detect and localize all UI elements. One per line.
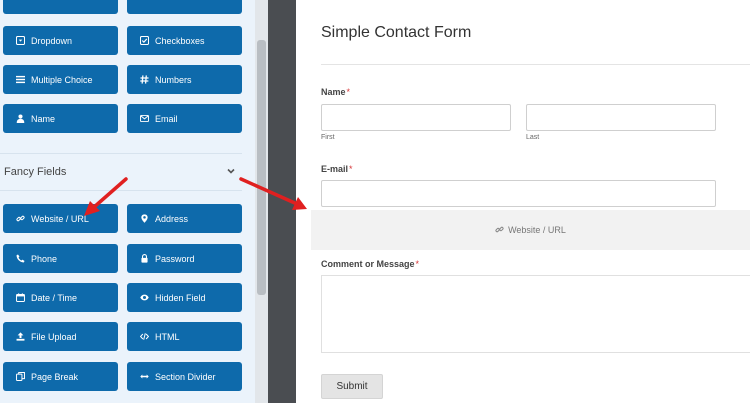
field-button-numbers[interactable]: Numbers [127, 65, 242, 94]
field-button-hidden-field[interactable]: Hidden Field [127, 283, 242, 312]
email-field-label: E-mail* [321, 164, 353, 174]
field-button-label: Section Divider [155, 371, 216, 382]
drop-placeholder-website-url: Website / URL [311, 210, 750, 250]
lock-icon [139, 254, 149, 264]
eye-icon [139, 293, 149, 303]
required-asterisk: * [346, 87, 351, 97]
arrows-horizontal-icon [139, 372, 149, 382]
field-button-page-break[interactable]: Page Break [3, 362, 118, 391]
fields-panel: Dropdown Checkboxes Multiple Choice Numb… [0, 0, 255, 403]
last-sublabel: Last [526, 134, 540, 141]
field-button-label: Hidden Field [155, 292, 206, 303]
field-button-label: Checkboxes [155, 35, 205, 46]
fancy-fields-section-header[interactable]: Fancy Fields [0, 153, 242, 191]
field-button-label: Phone [31, 253, 58, 264]
field-button-label: Address [155, 213, 189, 224]
field-button-dropdown[interactable]: Dropdown [3, 26, 118, 55]
link-icon [15, 214, 25, 224]
field-button-date-time[interactable]: Date / Time [3, 283, 118, 312]
name-field-label: Name* [321, 87, 351, 97]
scrollbar-thumb[interactable] [257, 40, 266, 295]
form-title: Simple Contact Form [321, 24, 472, 41]
calendar-icon [15, 293, 25, 303]
phone-icon [15, 254, 25, 264]
field-button-label: Password [155, 253, 195, 264]
field-button-label: HTML [155, 331, 180, 342]
upload-icon [15, 332, 25, 342]
required-asterisk: * [415, 259, 420, 269]
required-asterisk: * [349, 164, 353, 174]
field-button-checkboxes[interactable]: Checkboxes [127, 26, 242, 55]
field-button-label: Date / Time [31, 292, 78, 303]
field-button-name[interactable]: Name [3, 104, 118, 133]
field-button-html[interactable]: HTML [127, 322, 242, 351]
first-sublabel: First [321, 134, 335, 141]
copy-pages-icon [15, 372, 25, 382]
dropdown-icon [15, 36, 25, 46]
field-button-multiple-choice[interactable]: Multiple Choice [3, 65, 118, 94]
first-name-input[interactable] [321, 104, 511, 131]
section-title: Fancy Fields [4, 166, 67, 178]
field-button-email[interactable]: Email [127, 104, 242, 133]
code-icon [139, 332, 149, 342]
form-preview: Simple Contact Form Name* First Last E-m… [296, 0, 750, 403]
field-button-phone[interactable]: Phone [3, 244, 118, 273]
field-button-address[interactable]: Address [127, 204, 242, 233]
map-marker-icon [139, 214, 149, 224]
envelope-icon [139, 114, 149, 124]
checkbox-icon [139, 36, 149, 46]
hash-icon [139, 75, 149, 85]
field-button-partial-left[interactable] [3, 0, 118, 14]
field-button-label: File Upload [31, 331, 77, 342]
chevron-down-icon[interactable] [226, 163, 236, 181]
field-button-password[interactable]: Password [127, 244, 242, 273]
field-button-label: Website / URL [31, 213, 89, 224]
email-input[interactable] [321, 180, 716, 207]
panel-divider [268, 0, 296, 403]
title-divider [321, 64, 750, 65]
user-icon [15, 114, 25, 124]
field-button-file-upload[interactable]: File Upload [3, 322, 118, 351]
fields-panel-scrollbar[interactable] [255, 0, 268, 403]
comment-textarea[interactable] [321, 275, 750, 353]
field-button-label: Name [31, 113, 56, 124]
field-button-partial-right[interactable] [127, 0, 242, 14]
submit-button[interactable]: Submit [321, 374, 383, 399]
comment-field-label: Comment or Message* [321, 259, 420, 269]
field-button-section-divider[interactable]: Section Divider [127, 362, 242, 391]
link-icon [495, 225, 508, 236]
field-button-label: Email [155, 113, 178, 124]
field-button-label: Multiple Choice [31, 74, 93, 85]
placeholder-label: Website / URL [508, 225, 566, 235]
form-builder-screen: Dropdown Checkboxes Multiple Choice Numb… [0, 0, 750, 403]
field-button-label: Numbers [155, 74, 192, 85]
last-name-input[interactable] [526, 104, 716, 131]
list-icon [15, 75, 25, 85]
field-button-label: Page Break [31, 371, 79, 382]
field-button-website-url[interactable]: Website / URL [3, 204, 118, 233]
field-button-label: Dropdown [31, 35, 73, 46]
